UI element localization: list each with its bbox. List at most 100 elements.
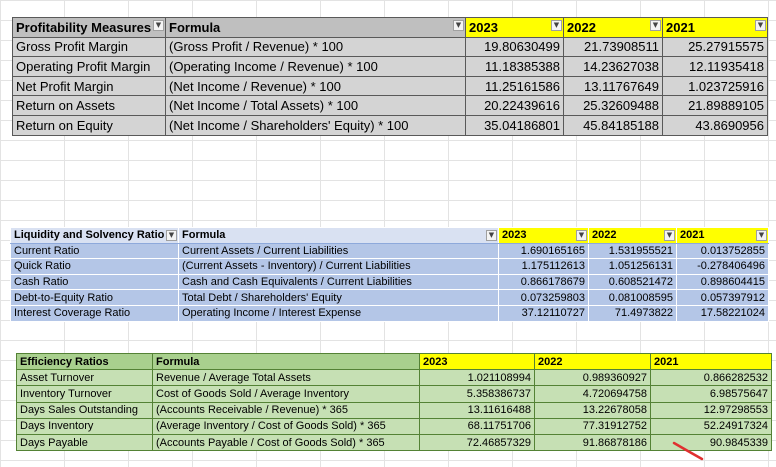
header-cell[interactable]: 2021 ▼ xyxy=(662,17,768,38)
header-cell[interactable]: 2022 ▼ xyxy=(563,17,663,38)
chevron-down-icon[interactable]: ▼ xyxy=(664,230,675,241)
table-cell[interactable]: Cash and Cash Equivalents / Current Liab… xyxy=(178,273,499,291)
table-cell[interactable]: 0.081008595 xyxy=(588,289,677,306)
header-cell[interactable]: 2021 ▼ xyxy=(676,227,769,244)
table-cell[interactable]: 21.73908511 xyxy=(563,36,663,58)
chevron-down-icon[interactable]: ▼ xyxy=(153,20,164,31)
table-cell[interactable]: (Average Inventory / Cost of Goods Sold)… xyxy=(152,417,420,435)
table-cell[interactable]: 45.84185188 xyxy=(563,114,663,136)
table-cell[interactable]: (Accounts Receivable / Revenue) * 365 xyxy=(152,401,420,419)
header-cell[interactable]: Liquidity and Solvency Ratio ▼ xyxy=(10,227,179,244)
table-cell[interactable]: 37.12110727 xyxy=(498,304,589,322)
chevron-down-icon[interactable]: ▼ xyxy=(650,20,661,31)
table-cell[interactable]: 52.24917324 xyxy=(650,417,772,435)
table-cell[interactable]: 11.18385388 xyxy=(465,56,564,77)
table-cell[interactable]: 4.720694758 xyxy=(534,385,651,403)
table-cell[interactable]: 17.58221024 xyxy=(676,304,769,322)
header-cell[interactable]: Efficiency Ratios xyxy=(16,352,153,371)
table-cell[interactable]: Debt-to-Equity Ratio xyxy=(10,289,179,306)
chevron-down-icon[interactable]: ▼ xyxy=(486,230,497,241)
table-cell[interactable]: (Net Income / Revenue) * 100 xyxy=(165,75,466,97)
table-cell[interactable]: 25.27915575 xyxy=(662,36,768,58)
header-cell[interactable]: Formula ▼ xyxy=(178,227,499,244)
table-cell[interactable]: 1.175112613 xyxy=(498,258,589,275)
header-cell[interactable]: 2022 xyxy=(534,352,651,371)
table-cell[interactable]: Inventory Turnover xyxy=(16,385,153,403)
table-cell[interactable]: Revenue / Average Total Assets xyxy=(152,369,420,387)
table-cell[interactable]: 13.22678058 xyxy=(534,401,651,419)
table-cell[interactable]: 77.31912752 xyxy=(534,417,651,435)
table-cell[interactable]: 12.97298553 xyxy=(650,401,772,419)
chevron-down-icon[interactable]: ▼ xyxy=(551,20,562,31)
chevron-down-icon[interactable]: ▼ xyxy=(166,230,177,241)
chevron-down-icon[interactable]: ▼ xyxy=(453,20,464,31)
table-cell[interactable]: 0.989360927 xyxy=(534,369,651,387)
table-cell[interactable]: 13.11616488 xyxy=(419,401,535,419)
table-cell[interactable]: (Gross Profit / Revenue) * 100 xyxy=(165,36,466,58)
table-cell[interactable]: 1.023725916 xyxy=(662,75,768,97)
table-cell[interactable]: Return on Assets xyxy=(12,95,166,116)
table-cell[interactable]: 90.9845339 xyxy=(650,433,772,452)
table-cell[interactable]: Gross Profit Margin xyxy=(12,36,166,58)
table-cell[interactable]: Cost of Goods Sold / Average Inventory xyxy=(152,385,420,403)
table-cell[interactable]: 0.057397912 xyxy=(676,289,769,306)
header-cell[interactable]: 2023 ▼ xyxy=(465,17,564,38)
table-cell[interactable]: Interest Coverage Ratio xyxy=(10,304,179,322)
table-cell[interactable]: 14.23627038 xyxy=(563,56,663,77)
table-cell[interactable]: 68.11751706 xyxy=(419,417,535,435)
table-cell[interactable]: Current Ratio xyxy=(10,242,179,260)
chevron-down-icon[interactable]: ▼ xyxy=(576,230,587,241)
table-cell[interactable]: -0.278406496 xyxy=(676,258,769,275)
table-cell[interactable]: 72.46857329 xyxy=(419,433,535,452)
table-cell[interactable]: 0.866178679 xyxy=(498,273,589,291)
header-cell[interactable]: 2023 ▼ xyxy=(498,227,589,244)
chevron-down-icon[interactable]: ▼ xyxy=(756,230,767,241)
chevron-down-icon[interactable]: ▼ xyxy=(755,20,766,31)
header-cell[interactable]: Formula xyxy=(152,352,420,371)
table-cell[interactable]: Total Debt / Shareholders' Equity xyxy=(178,289,499,306)
table-cell[interactable]: Days Sales Outstanding xyxy=(16,401,153,419)
header-cell[interactable]: 2021 xyxy=(650,352,772,371)
table-cell[interactable]: 1.021108994 xyxy=(419,369,535,387)
table-cell[interactable]: 13.11767649 xyxy=(563,75,663,97)
table-cell[interactable]: 91.86878186 xyxy=(534,433,651,452)
table-cell[interactable]: 1.690165165 xyxy=(498,242,589,260)
header-cell[interactable]: Profitability Measures ▼ xyxy=(12,17,166,38)
table-cell[interactable]: 25.32609488 xyxy=(563,95,663,116)
table-cell[interactable]: 5.358386737 xyxy=(419,385,535,403)
table-cell[interactable]: 43.8690956 xyxy=(662,114,768,136)
table-cell[interactable]: 1.531955521 xyxy=(588,242,677,260)
table-cell[interactable]: (Net Income / Total Assets) * 100 xyxy=(165,95,466,116)
table-cell[interactable]: 1.051256131 xyxy=(588,258,677,275)
table-cell[interactable]: 12.11935418 xyxy=(662,56,768,77)
table-cell[interactable]: 11.25161586 xyxy=(465,75,564,97)
table-cell[interactable]: (Accounts Payable / Cost of Goods Sold) … xyxy=(152,433,420,452)
table-cell[interactable]: Operating Income / Interest Expense xyxy=(178,304,499,322)
table-cell[interactable]: 0.898604415 xyxy=(676,273,769,291)
table-cell[interactable]: 20.22439616 xyxy=(465,95,564,116)
table-cell[interactable]: 0.073259803 xyxy=(498,289,589,306)
table-cell[interactable]: 0.866282532 xyxy=(650,369,772,387)
table-cell[interactable]: 19.80630499 xyxy=(465,36,564,58)
header-cell[interactable]: Formula ▼ xyxy=(165,17,466,38)
table-cell[interactable]: Current Assets / Current Liabilities xyxy=(178,242,499,260)
table-cell[interactable]: Operating Profit Margin xyxy=(12,56,166,77)
table-cell[interactable]: Days Inventory xyxy=(16,417,153,435)
header-cell[interactable]: 2023 xyxy=(419,352,535,371)
table-cell[interactable]: 0.608521472 xyxy=(588,273,677,291)
table-cell[interactable]: 35.04186801 xyxy=(465,114,564,136)
table-cell[interactable]: (Current Assets - Inventory) / Current L… xyxy=(178,258,499,275)
table-cell[interactable]: (Net Income / Shareholders' Equity) * 10… xyxy=(165,114,466,136)
table-cell[interactable]: Asset Turnover xyxy=(16,369,153,387)
table-cell[interactable]: 71.4973822 xyxy=(588,304,677,322)
table-cell[interactable]: 21.89889105 xyxy=(662,95,768,116)
table-cell[interactable]: Quick Ratio xyxy=(10,258,179,275)
table-cell[interactable]: Return on Equity xyxy=(12,114,166,136)
table-cell[interactable]: 0.013752855 xyxy=(676,242,769,260)
table-cell[interactable]: Net Profit Margin xyxy=(12,75,166,97)
table-cell[interactable]: 6.98575647 xyxy=(650,385,772,403)
table-cell[interactable]: (Operating Income / Revenue) * 100 xyxy=(165,56,466,77)
table-cell[interactable]: Days Payable xyxy=(16,433,153,452)
header-cell[interactable]: 2022 ▼ xyxy=(588,227,677,244)
table-cell[interactable]: Cash Ratio xyxy=(10,273,179,291)
